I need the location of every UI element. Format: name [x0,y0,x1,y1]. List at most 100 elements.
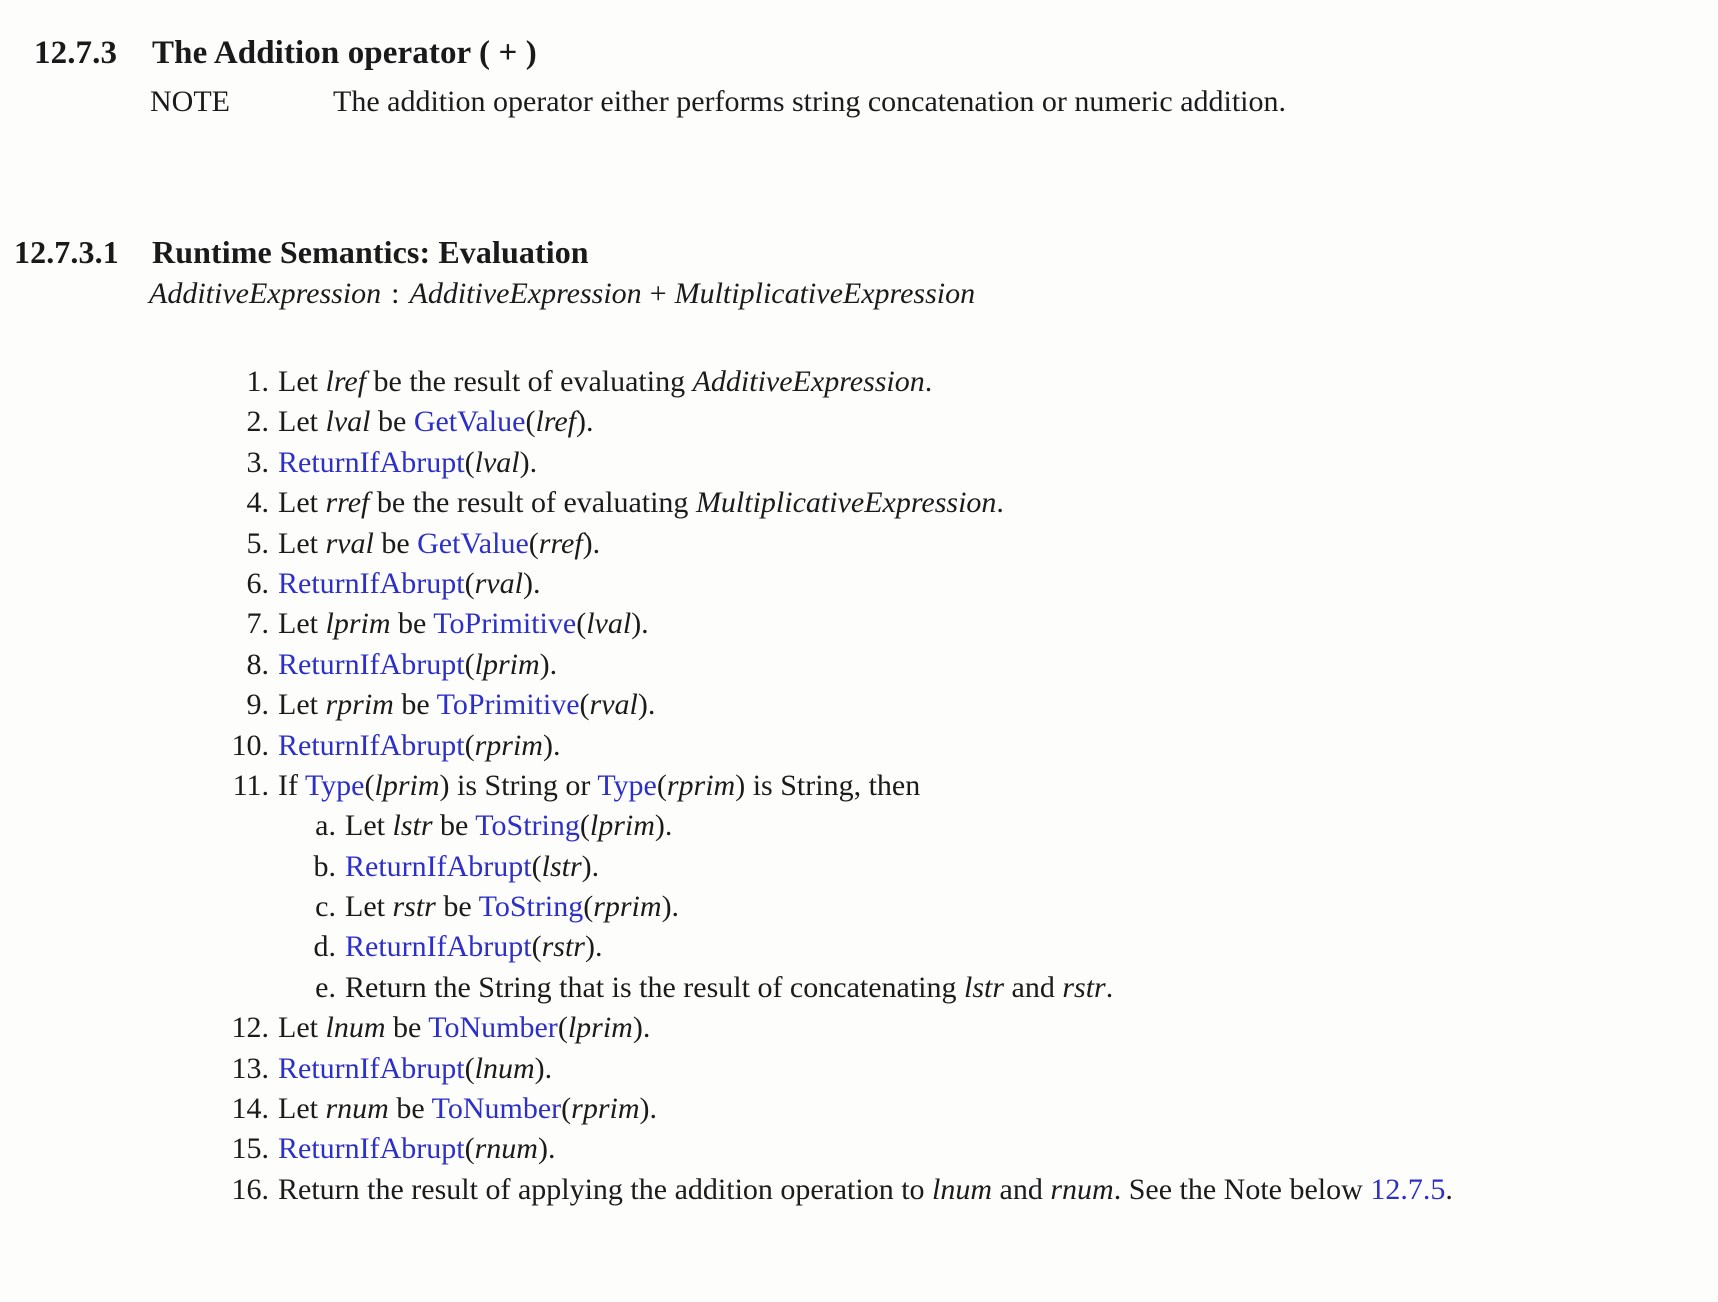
algorithm-step: 14. Let rnum be ToNumber(rprim). [40,1089,1718,1129]
step-plain-text: ). [631,607,649,641]
step-marker: b. [313,849,337,883]
step-marker: 2. [246,405,270,439]
algorithm-step: 2. Let lval be GetValue(lref). [40,402,1718,442]
step-plain-text: ( [583,890,594,924]
step-marker: a. [315,809,336,843]
step-plain-text: Let [278,607,326,641]
algorithm-step: e. Return the String that is the result o… [40,968,1718,1008]
step-plain-text: ). [661,890,680,924]
spec-variable: lref [325,365,367,398]
step-plain-text: be [393,688,437,722]
abstract-operation-link[interactable]: ReturnIfAbrupt [278,567,465,600]
clause-title: The Addition operator ( + ) [152,35,537,72]
spec-variable: rref [538,526,583,560]
algorithm-step: 12. Let lnum be ToNumber(lprim). [40,1008,1718,1048]
algorithm-step: 5. Let rval be GetValue(rref). [40,524,1718,564]
step-marker: 12. [231,1011,270,1045]
abstract-operation-link[interactable]: ReturnIfAbrupt [278,1132,465,1165]
abstract-operation-link[interactable]: ReturnIfAbrupt [278,446,465,479]
step-marker: e. [315,970,336,1004]
abstract-operation-link[interactable]: ToPrimitive [437,688,580,721]
abstract-operation-link[interactable]: ReturnIfAbrupt [278,729,465,762]
step-plain-text: ( [464,728,475,762]
spec-variable: AdditiveExpression [692,365,925,398]
algorithm-step: 15. ReturnIfAbrupt(rnum). [40,1129,1718,1169]
grammar-production: AdditiveExpression: AdditiveExpression + Mu… [149,277,975,311]
spec-variable: rstr [541,930,585,964]
spec-variable: lnum [325,1011,386,1045]
step-plain-text: If [278,768,305,802]
algorithm-step: b. ReturnIfAbrupt(lstr). [40,847,1718,887]
spec-variable: rprim [666,768,736,802]
abstract-operation-link[interactable]: ToNumber [432,1092,562,1125]
step-plain-text: ( [656,768,667,802]
abstract-operation-link[interactable]: GetValue [417,527,529,560]
algorithm-step: 6. ReturnIfAbrupt(rval). [40,564,1718,604]
step-plain-text: ). [537,1132,556,1166]
step-plain-text: ). [519,445,538,479]
abstract-operation-link[interactable]: ReturnIfAbrupt [278,1052,465,1085]
step-plain-text: Return the result of applying the additi… [278,1172,933,1206]
abstract-operation-link[interactable]: ReturnIfAbrupt [345,930,532,963]
abstract-operation-link[interactable]: ToString [475,809,580,842]
step-plain-text: Let [278,405,326,439]
algorithm-step: 16. Return the result of applying the add… [40,1170,1718,1210]
algorithm-step: 1. Let lref be the result of evaluating A… [40,362,1718,402]
step-text: ReturnIfAbrupt(lnum). [278,1049,552,1089]
step-plain-text: ( [531,849,542,883]
step-plain-text: . [1105,970,1114,1004]
step-text: Let lval be GetValue(lref). [278,402,593,442]
step-plain-text: Let [278,526,326,560]
clause-cross-reference-link[interactable]: 12.7.5 [1370,1173,1445,1206]
abstract-operation-link[interactable]: ReturnIfAbrupt [278,648,465,681]
spec-variable: lprim [474,647,540,681]
abstract-operation-link[interactable]: ToString [479,890,584,923]
step-text: Let rref be the result of evaluating Mul… [278,483,1004,523]
step-text: ReturnIfAbrupt(rprim). [278,726,560,766]
spec-variable: lprim [567,1011,633,1045]
spec-variable: rval [589,688,638,722]
abstract-operation-link[interactable]: GetValue [414,405,526,438]
step-plain-text: ( [525,405,536,439]
spec-variable: lprim [374,768,440,802]
step-plain-text: . [924,365,933,398]
step-plain-text: ). [575,405,594,439]
spec-variable: lval [474,445,520,479]
step-plain-text: be [385,1011,429,1045]
step-plain-text: and [992,1172,1051,1206]
step-marker: c. [315,890,336,924]
step-plain-text: be the result of evaluating [366,365,693,398]
abstract-operation-link[interactable]: ToNumber [428,1011,558,1044]
step-plain-text: ). [542,728,561,762]
step-plain-text: . [1445,1172,1453,1206]
step-marker: 7. [246,607,270,641]
abstract-operation-link[interactable]: ReturnIfAbrupt [345,850,532,883]
step-plain-text: ( [464,566,475,600]
abstract-operation-link[interactable]: Type [597,769,657,802]
step-plain-text: Let [278,486,326,520]
step-marker: 11. [232,768,269,802]
abstract-operation-link[interactable]: ToPrimitive [433,607,576,640]
spec-page: 12.7.3 The Addition operator ( + ) NOTE … [0,0,1718,1302]
step-plain-text: Let [278,365,326,398]
step-plain-text: . [996,486,1004,520]
step-text: ReturnIfAbrupt(rval). [278,564,540,604]
abstract-operation-link[interactable]: Type [305,769,365,802]
algorithm-step: 3. ReturnIfAbrupt(lval). [40,443,1718,483]
step-plain-text: ). [539,647,558,681]
spec-variable: lval [586,607,632,641]
step-text: Return the String that is the result of … [345,968,1113,1008]
step-text: ReturnIfAbrupt(lstr). [345,847,599,887]
step-plain-text: Return the String that is the result of … [345,970,965,1004]
step-marker: 13. [231,1051,270,1085]
subclause-title: Runtime Semantics: Evaluation [152,234,589,270]
spec-variable: lval [325,405,371,439]
spec-variable: rprim [571,1092,640,1126]
step-text: Let lref be the result of evaluating Add… [278,362,932,402]
step-text: Let lstr be ToString(lprim). [345,806,672,846]
spec-variable: lstr [392,809,433,843]
step-text: ReturnIfAbrupt(rstr). [345,927,602,967]
step-marker: 5. [246,526,270,560]
step-plain-text: be the result of evaluating [369,486,696,520]
step-marker: 8. [246,647,270,681]
